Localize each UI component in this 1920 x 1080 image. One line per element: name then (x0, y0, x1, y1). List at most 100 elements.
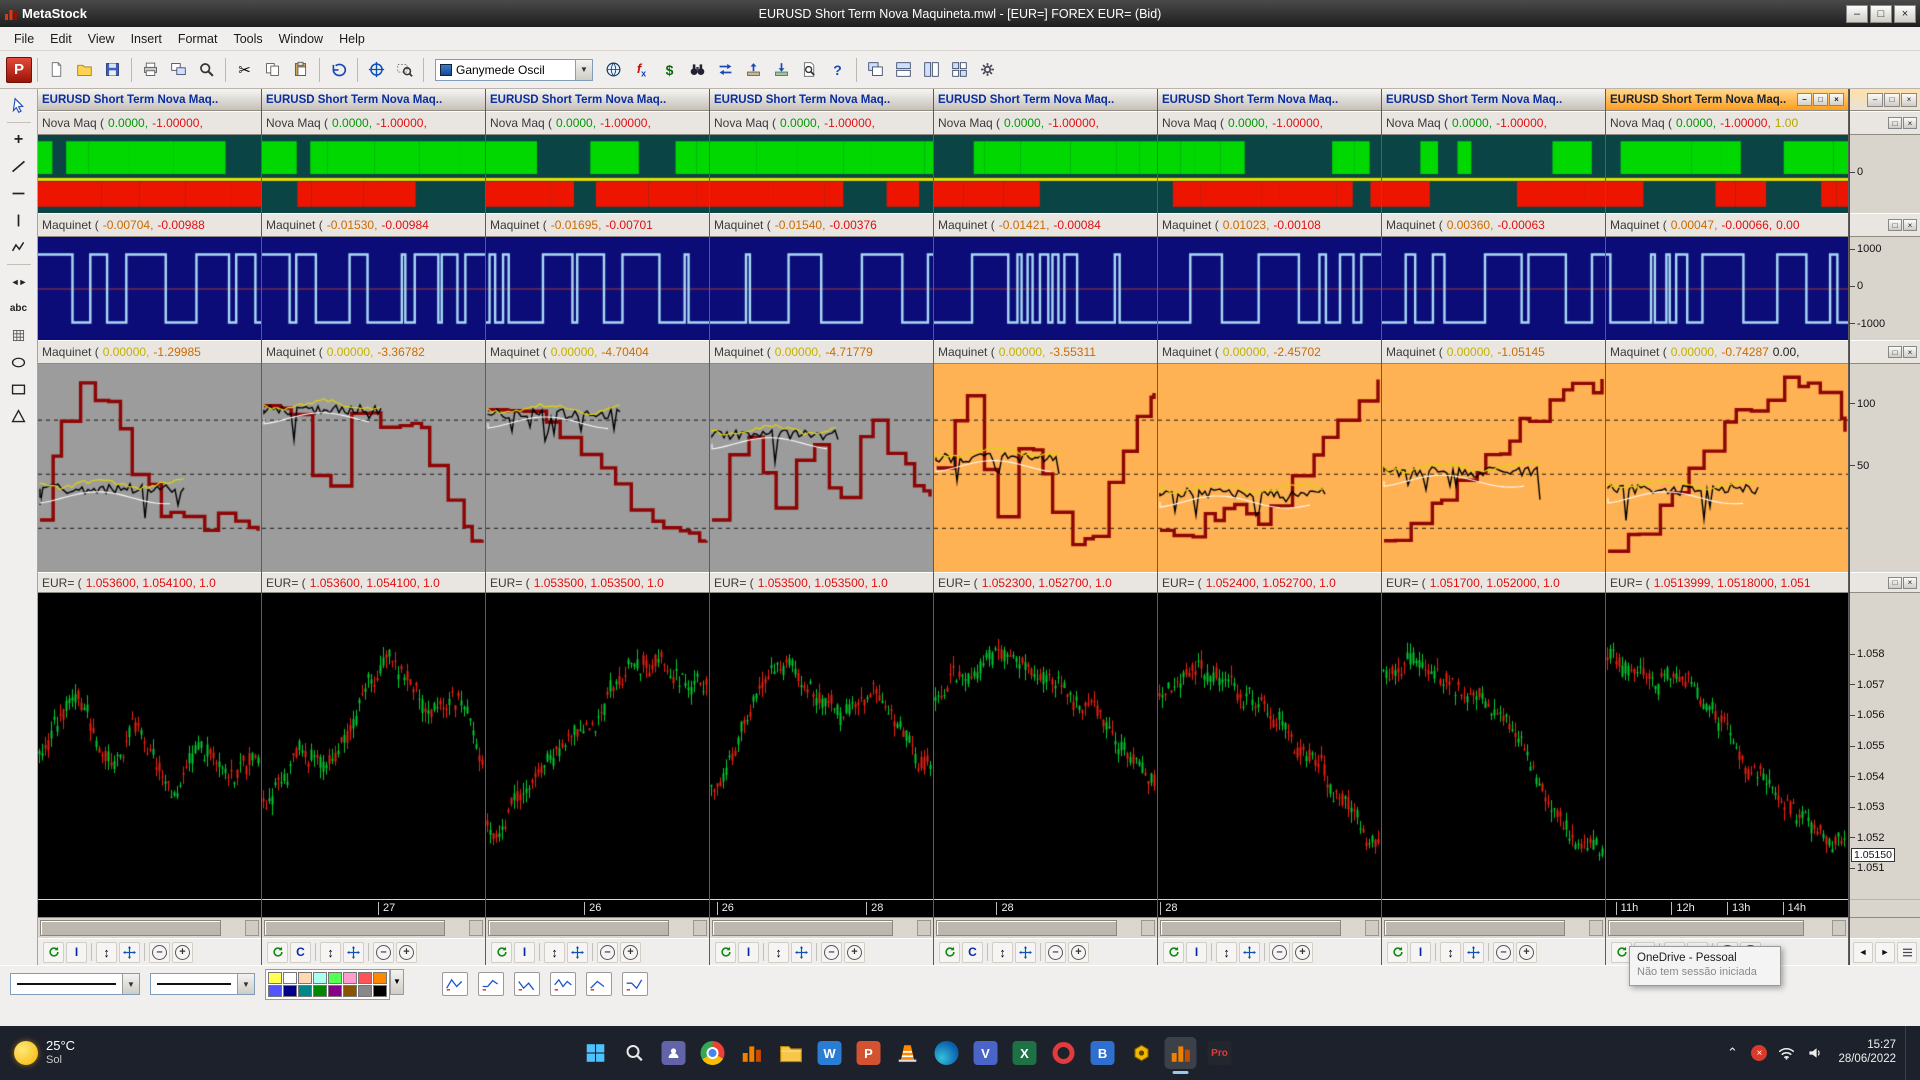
volume-icon[interactable] (1805, 1043, 1825, 1063)
vertical-scale-button[interactable]: ↕ (544, 942, 565, 963)
minimize-button[interactable]: – (1846, 5, 1868, 23)
chart-window-titlebar[interactable]: EURUSD Short Term Nova Maq.. – □ × (262, 89, 485, 111)
workspace-gear-button[interactable] (974, 56, 1001, 83)
undo-arrow-button[interactable] (325, 56, 352, 83)
nova-maq-indicator-header[interactable]: Nova Maq (0.0000,-1.00000, (934, 111, 1157, 135)
nova-maq-indicator-header[interactable]: Nova Maq (0.0000,-1.00000, (1382, 111, 1605, 135)
chart-scrollbar[interactable] (934, 917, 1157, 938)
maquinet-square-wave-chart[interactable] (1158, 237, 1381, 340)
color-swatch[interactable] (283, 972, 297, 984)
tray-chevron-icon[interactable]: ⌃ (1722, 1043, 1742, 1063)
zoom-out-button[interactable]: – (1045, 942, 1066, 963)
scrollbar-end-button[interactable] (245, 920, 259, 936)
maquinet-square-wave-chart[interactable] (1382, 237, 1605, 340)
globe-button[interactable] (600, 56, 627, 83)
visual-studio-taskbar-icon[interactable]: V (970, 1037, 1002, 1069)
maquinet-step-header[interactable]: Maquinet (0.00000,-3.36782 (262, 340, 485, 364)
scale-preset-1-button[interactable] (442, 972, 468, 996)
metastock-active-taskbar-icon[interactable] (1165, 1037, 1197, 1069)
maquinet-oscillator-header[interactable]: Maquinet (-0.01695,-0.00701 (486, 213, 709, 237)
explorer-taskbar-icon[interactable] (775, 1037, 807, 1069)
scrollbar-end-button[interactable] (1141, 920, 1155, 936)
cascade-windows-button[interactable] (862, 56, 889, 83)
menu-tools[interactable]: Tools (225, 29, 270, 49)
scrollbar-thumb[interactable] (712, 920, 893, 936)
eur-candlestick-chart[interactable] (1158, 593, 1381, 899)
scrollbar-thumb[interactable] (936, 920, 1117, 936)
close-button[interactable]: × (1894, 5, 1916, 23)
chart-restore-button[interactable]: □ (1813, 93, 1828, 106)
binoculars-explorer-button[interactable] (684, 56, 711, 83)
panel-maximize-button[interactable]: □ (1888, 577, 1902, 589)
maquinet-step-header[interactable]: Maquinet (0.00000,-1.29985 (38, 340, 261, 364)
color-swatch[interactable] (373, 972, 387, 984)
chart-window-titlebar[interactable]: EURUSD Short Term Nova Maq.. – □ × (486, 89, 709, 111)
scrollbar-end-button[interactable] (469, 920, 483, 936)
color-swatch[interactable] (298, 972, 312, 984)
menu-list-button[interactable] (1897, 942, 1917, 963)
panel-close-button[interactable]: × (1903, 346, 1917, 358)
menu-view[interactable]: View (80, 29, 123, 49)
maquinet-oscillator-header[interactable]: Maquinet (0.00360,-0.00063 (1382, 213, 1605, 237)
periodicity-button[interactable]: C (290, 942, 311, 963)
chart-scrollbar[interactable] (1606, 917, 1848, 938)
color-palette[interactable]: ▼ (265, 969, 404, 1000)
download-data-button[interactable] (768, 56, 795, 83)
power-console-button[interactable]: P (6, 57, 32, 83)
panel-maximize-button[interactable]: □ (1888, 219, 1902, 231)
scrollbar-thumb[interactable] (488, 920, 669, 936)
zoom-in-button[interactable]: + (1516, 942, 1537, 963)
chart-window-titlebar[interactable]: EURUSD Short Term Nova Maq.. – □ × (1382, 89, 1605, 111)
maquinet-step-header[interactable]: Maquinet (0.00000,-3.55311 (934, 340, 1157, 364)
horizontal-line-tool[interactable] (5, 181, 33, 206)
cut-scissors-button[interactable]: ✂ (231, 56, 258, 83)
color-swatch[interactable] (268, 972, 282, 984)
scrollbar-end-button[interactable] (1589, 920, 1603, 936)
vertical-scale-button[interactable]: ↕ (320, 942, 341, 963)
refresh-button[interactable] (1387, 942, 1408, 963)
color-swatch[interactable] (313, 972, 327, 984)
refresh-button[interactable] (1163, 942, 1184, 963)
color-swatch[interactable] (268, 985, 282, 997)
maquinet-step-chart[interactable] (38, 364, 261, 572)
start-taskbar-icon[interactable] (580, 1037, 612, 1069)
nova-maq-indicator-header[interactable]: Nova Maq (0.0000,-1.00000, (710, 111, 933, 135)
chart-scrollbar[interactable] (486, 917, 709, 938)
eur-price-header[interactable]: EUR= (1.052300, 1.052700, 1.0 (934, 572, 1157, 593)
chart-scrollbar[interactable] (1158, 917, 1381, 938)
scale-preset-6-button[interactable] (622, 972, 648, 996)
grid-pattern-tool[interactable] (5, 323, 33, 348)
nova-maq-indicator-header[interactable]: Nova Maq (0.0000,-1.00000, (486, 111, 709, 135)
vertical-line-tool[interactable] (5, 208, 33, 233)
nova-maq-chart[interactable] (710, 135, 933, 213)
eur-candlestick-chart[interactable] (710, 593, 933, 899)
tile-vertical-button[interactable] (918, 56, 945, 83)
eur-price-header[interactable]: EUR= (1.053500, 1.053500, 1.0 (710, 572, 933, 593)
chart-scrollbar[interactable] (38, 917, 261, 938)
line-style-dropdown[interactable]: ▼ (10, 973, 140, 995)
maquinet-step-header[interactable]: Maquinet (0.00000,-1.05145 (1382, 340, 1605, 364)
excel-taskbar-icon[interactable]: X (1009, 1037, 1041, 1069)
panel-close-button[interactable]: × (1903, 219, 1917, 231)
edge-taskbar-icon[interactable] (931, 1037, 963, 1069)
menu-format[interactable]: Format (170, 29, 226, 49)
menu-file[interactable]: File (6, 29, 42, 49)
maquinet-step-header[interactable]: Maquinet (0.00000,-4.70404 (486, 340, 709, 364)
refresh-button[interactable] (491, 942, 512, 963)
zoom-out-button[interactable]: – (373, 942, 394, 963)
nova-maq-chart[interactable] (38, 135, 261, 213)
maximize-button[interactable]: □ (1870, 5, 1892, 23)
scale-preset-4-button[interactable] (550, 972, 576, 996)
maquinet-step-chart[interactable] (1382, 364, 1605, 572)
scale-preset-2-button[interactable] (478, 972, 504, 996)
chart-minimize-button[interactable]: – (1867, 93, 1883, 107)
wifi-icon[interactable] (1776, 1043, 1796, 1063)
text-abc-tool[interactable]: abc (5, 296, 33, 321)
zoom-out-button[interactable]: – (821, 942, 842, 963)
nova-maq-indicator-header[interactable]: Nova Maq (0.0000,-1.00000, (38, 111, 261, 135)
palette-dropdown-arrow[interactable]: ▼ (390, 969, 404, 995)
scrollbar-end-button[interactable] (1365, 920, 1379, 936)
refresh-button[interactable] (43, 942, 64, 963)
maquinet-oscillator-header[interactable]: Maquinet (-0.00704,-0.00988 (38, 213, 261, 237)
periodicity-button[interactable]: I (738, 942, 759, 963)
